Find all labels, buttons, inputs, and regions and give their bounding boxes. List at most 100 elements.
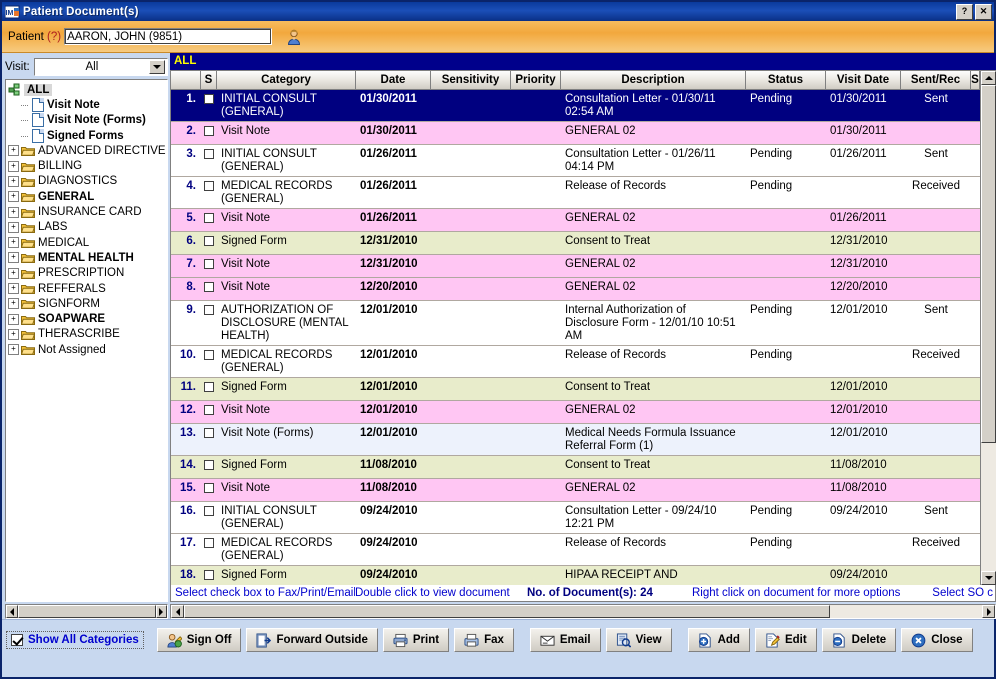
row-checkbox[interactable] xyxy=(204,570,214,580)
row-checkbox-cell[interactable] xyxy=(201,479,217,501)
table-row[interactable]: 5.Visit Note01/26/2011GENERAL 0201/26/20… xyxy=(171,209,980,232)
expand-icon[interactable]: + xyxy=(8,237,19,248)
grid-header-description-6[interactable]: Description xyxy=(561,71,746,90)
scroll-track-vertical[interactable] xyxy=(981,85,996,571)
tree-item-diagnostics[interactable]: +DIAGNOSTICS xyxy=(8,174,167,189)
table-row[interactable]: 3.INITIAL CONSULT (GENERAL)01/26/2011Con… xyxy=(171,145,980,177)
scroll-thumb[interactable] xyxy=(18,605,156,618)
expand-icon[interactable]: + xyxy=(8,329,19,340)
expand-icon[interactable]: + xyxy=(8,268,19,279)
tree-item-mental-health[interactable]: +MENTAL HEALTH xyxy=(8,250,167,265)
row-checkbox[interactable] xyxy=(204,282,214,292)
row-checkbox-cell[interactable] xyxy=(201,346,217,377)
tree-item-soapware[interactable]: +SOAPWARE xyxy=(8,311,167,326)
table-row[interactable]: 18.Signed Form09/24/2010HIPAA RECEIPT AN… xyxy=(171,566,980,585)
patient-help-marker[interactable]: (?) xyxy=(47,31,61,43)
row-checkbox-cell[interactable] xyxy=(201,424,217,455)
row-checkbox[interactable] xyxy=(204,538,214,548)
expand-icon[interactable]: + xyxy=(8,191,19,202)
grid-scroll-track[interactable] xyxy=(830,605,982,618)
table-row[interactable]: 6.Signed Form12/31/2010Consent to Treat1… xyxy=(171,232,980,255)
patient-input[interactable]: AARON, JOHN (9851) xyxy=(64,28,272,45)
row-checkbox-cell[interactable] xyxy=(201,122,217,144)
tree-item-signform[interactable]: +SIGNFORM xyxy=(8,296,167,311)
tree-item-therascribe[interactable]: +THERASCRIBE xyxy=(8,327,167,342)
show-all-categories-toggle[interactable]: Show All Categories xyxy=(6,631,144,649)
row-checkbox[interactable] xyxy=(204,259,214,269)
table-row[interactable]: 15.Visit Note11/08/2010GENERAL 0211/08/2… xyxy=(171,479,980,502)
tree-item-labs[interactable]: +LABS xyxy=(8,220,167,235)
view-button[interactable]: View xyxy=(606,628,672,652)
row-checkbox-cell[interactable] xyxy=(201,566,217,585)
category-tree[interactable]: ALL Visit NoteVisit Note (Forms)Signed F… xyxy=(5,79,168,602)
tree-item-not-assigned[interactable]: +Not Assigned xyxy=(8,342,167,357)
print-button[interactable]: Print xyxy=(383,628,449,652)
grid-vertical-scrollbar[interactable] xyxy=(980,71,996,585)
grid-header-category-2[interactable]: Category xyxy=(217,71,356,90)
visit-select[interactable]: All xyxy=(34,58,168,76)
tree-item-advanced-directive[interactable]: +ADVANCED DIRECTIVE xyxy=(8,143,167,158)
scroll-up-button[interactable] xyxy=(981,71,996,85)
help-button[interactable]: ? xyxy=(956,4,973,20)
edit-button[interactable]: Edit xyxy=(755,628,817,652)
row-checkbox-cell[interactable] xyxy=(201,301,217,345)
tree-item-visit-note-forms[interactable]: Visit Note (Forms) xyxy=(8,113,167,128)
grid-horizontal-scrollbar[interactable] xyxy=(170,604,996,619)
grid-scroll-left-button[interactable] xyxy=(171,605,184,618)
table-row[interactable]: 14.Signed Form11/08/2010Consent to Treat… xyxy=(171,456,980,479)
table-row[interactable]: 13.Visit Note (Forms)12/01/2010Medical N… xyxy=(171,424,980,456)
row-checkbox[interactable] xyxy=(204,236,214,246)
tree-item-all[interactable]: ALL xyxy=(8,82,167,97)
grid-scroll-right-button[interactable] xyxy=(982,605,995,618)
table-row[interactable]: 12.Visit Note12/01/2010GENERAL 0212/01/2… xyxy=(171,401,980,424)
row-checkbox[interactable] xyxy=(204,126,214,136)
expand-icon[interactable]: + xyxy=(8,252,19,263)
row-checkbox[interactable] xyxy=(204,382,214,392)
row-checkbox[interactable] xyxy=(204,483,214,493)
table-row[interactable]: 4.MEDICAL RECORDS (GENERAL)01/26/2011Rel… xyxy=(171,177,980,209)
grid-header-status-7[interactable]: Status xyxy=(746,71,826,90)
scroll-left-button[interactable] xyxy=(6,605,18,618)
fax-button[interactable]: Fax xyxy=(454,628,514,652)
expand-icon[interactable]: + xyxy=(8,222,19,233)
expand-icon[interactable]: + xyxy=(8,283,19,294)
table-row[interactable]: 10.MEDICAL RECORDS (GENERAL)12/01/2010Re… xyxy=(171,346,980,378)
row-checkbox-cell[interactable] xyxy=(201,502,217,533)
row-checkbox-cell[interactable] xyxy=(201,456,217,478)
table-row[interactable]: 9.AUTHORIZATION OF DISCLOSURE (MENTAL HE… xyxy=(171,301,980,346)
table-row[interactable]: 1.INITIAL CONSULT (GENERAL)01/30/2011Con… xyxy=(171,90,980,122)
grid-scroll-thumb[interactable] xyxy=(184,605,830,618)
expand-icon[interactable]: + xyxy=(8,161,19,172)
table-row[interactable]: 17.MEDICAL RECORDS (GENERAL)09/24/2010Re… xyxy=(171,534,980,566)
row-checkbox-cell[interactable] xyxy=(201,90,217,121)
chevron-down-icon[interactable] xyxy=(149,60,165,74)
grid-body[interactable]: 1.INITIAL CONSULT (GENERAL)01/30/2011Con… xyxy=(171,90,980,585)
tree-item-billing[interactable]: +BILLING xyxy=(8,158,167,173)
row-checkbox-cell[interactable] xyxy=(201,177,217,208)
grid-header-priority-5[interactable]: Priority xyxy=(511,71,561,90)
row-checkbox-cell[interactable] xyxy=(201,378,217,400)
grid-header-s-10[interactable]: S xyxy=(971,71,980,90)
tree-item-medical[interactable]: +MEDICAL xyxy=(8,235,167,250)
expand-icon[interactable]: + xyxy=(8,314,19,325)
row-checkbox[interactable] xyxy=(204,350,214,360)
grid-header-s-1[interactable]: S xyxy=(201,71,217,90)
tree-item-visit-note[interactable]: Visit Note xyxy=(8,97,167,112)
table-row[interactable]: 7.Visit Note12/31/2010GENERAL 0212/31/20… xyxy=(171,255,980,278)
tree-item-signed-forms[interactable]: Signed Forms xyxy=(8,128,167,143)
row-checkbox[interactable] xyxy=(204,213,214,223)
patient-person-icon[interactable] xyxy=(286,29,302,45)
scroll-right-button[interactable] xyxy=(156,605,168,618)
row-checkbox-cell[interactable] xyxy=(201,145,217,176)
close-button[interactable]: Close xyxy=(901,628,972,652)
row-checkbox[interactable] xyxy=(204,149,214,159)
row-checkbox[interactable] xyxy=(204,506,214,516)
row-checkbox-cell[interactable] xyxy=(201,534,217,565)
grid-header-sent-rec-9[interactable]: Sent/Rec xyxy=(901,71,971,90)
row-checkbox[interactable] xyxy=(204,305,214,315)
expand-icon[interactable]: + xyxy=(8,145,19,156)
row-checkbox[interactable] xyxy=(204,460,214,470)
tree-item-insurance-card[interactable]: +INSURANCE CARD xyxy=(8,204,167,219)
scroll-thumb-vertical[interactable] xyxy=(981,85,996,443)
show-all-categories-checkbox[interactable] xyxy=(11,634,23,646)
